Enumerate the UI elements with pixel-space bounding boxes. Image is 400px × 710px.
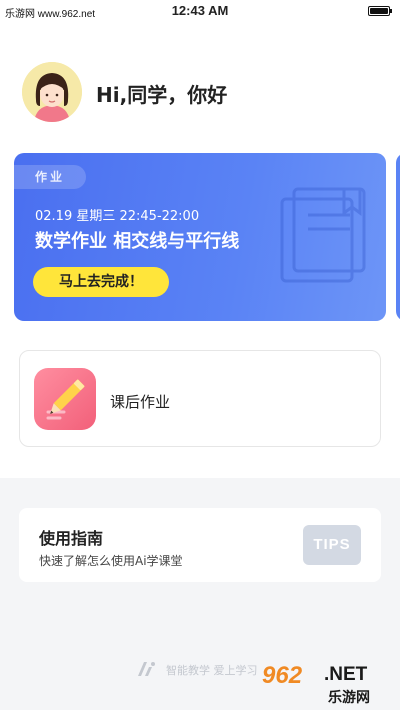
homework-task-card[interactable]: 作业 02.19 星期三 22:45-22:00 数学作业 相交线与平行线 马上… xyxy=(14,153,386,321)
girl-avatar-icon xyxy=(22,62,82,122)
tips-badge: TIPS xyxy=(303,525,361,565)
watermark-logo: 962 .NET 乐游网 xyxy=(262,662,396,706)
watermark-number: 962 xyxy=(262,662,303,689)
guide-title: 使用指南 xyxy=(39,529,104,548)
book-icon xyxy=(280,187,366,283)
complete-now-button[interactable]: 马上去完成！ xyxy=(33,267,169,297)
homework-icon-tile xyxy=(34,368,96,430)
watermark-net: .NET xyxy=(324,664,368,685)
task-title: 数学作业 相交线与平行线 xyxy=(35,231,240,252)
avatar[interactable] xyxy=(22,62,82,122)
task-tag: 作业 xyxy=(14,165,86,189)
task-datetime: 02.19 星期三 22:45-22:00 xyxy=(35,209,200,224)
homework-label: 课后作业 xyxy=(110,393,171,411)
status-time: 12:43 AM xyxy=(171,3,229,18)
status-bar: 乐游网 www.962.net 12:43 AM xyxy=(0,0,400,24)
pencil-icon xyxy=(46,379,85,420)
guide-subtitle: 快速了解怎么使用Ai学课堂 xyxy=(39,554,183,568)
user-guide-card[interactable]: 使用指南 快速了解怎么使用Ai学课堂 TIPS xyxy=(19,508,381,582)
footer-slogan: 智能教学 爱上学习 xyxy=(166,664,258,677)
after-class-homework-card[interactable]: 课后作业 xyxy=(19,350,381,447)
watermark-cn: 乐游网 xyxy=(328,690,370,706)
next-task-card[interactable] xyxy=(396,153,400,321)
battery-icon xyxy=(368,6,392,16)
greeting-text: Hi,同学，你好 xyxy=(96,83,228,107)
ai-logo-icon xyxy=(138,662,155,676)
